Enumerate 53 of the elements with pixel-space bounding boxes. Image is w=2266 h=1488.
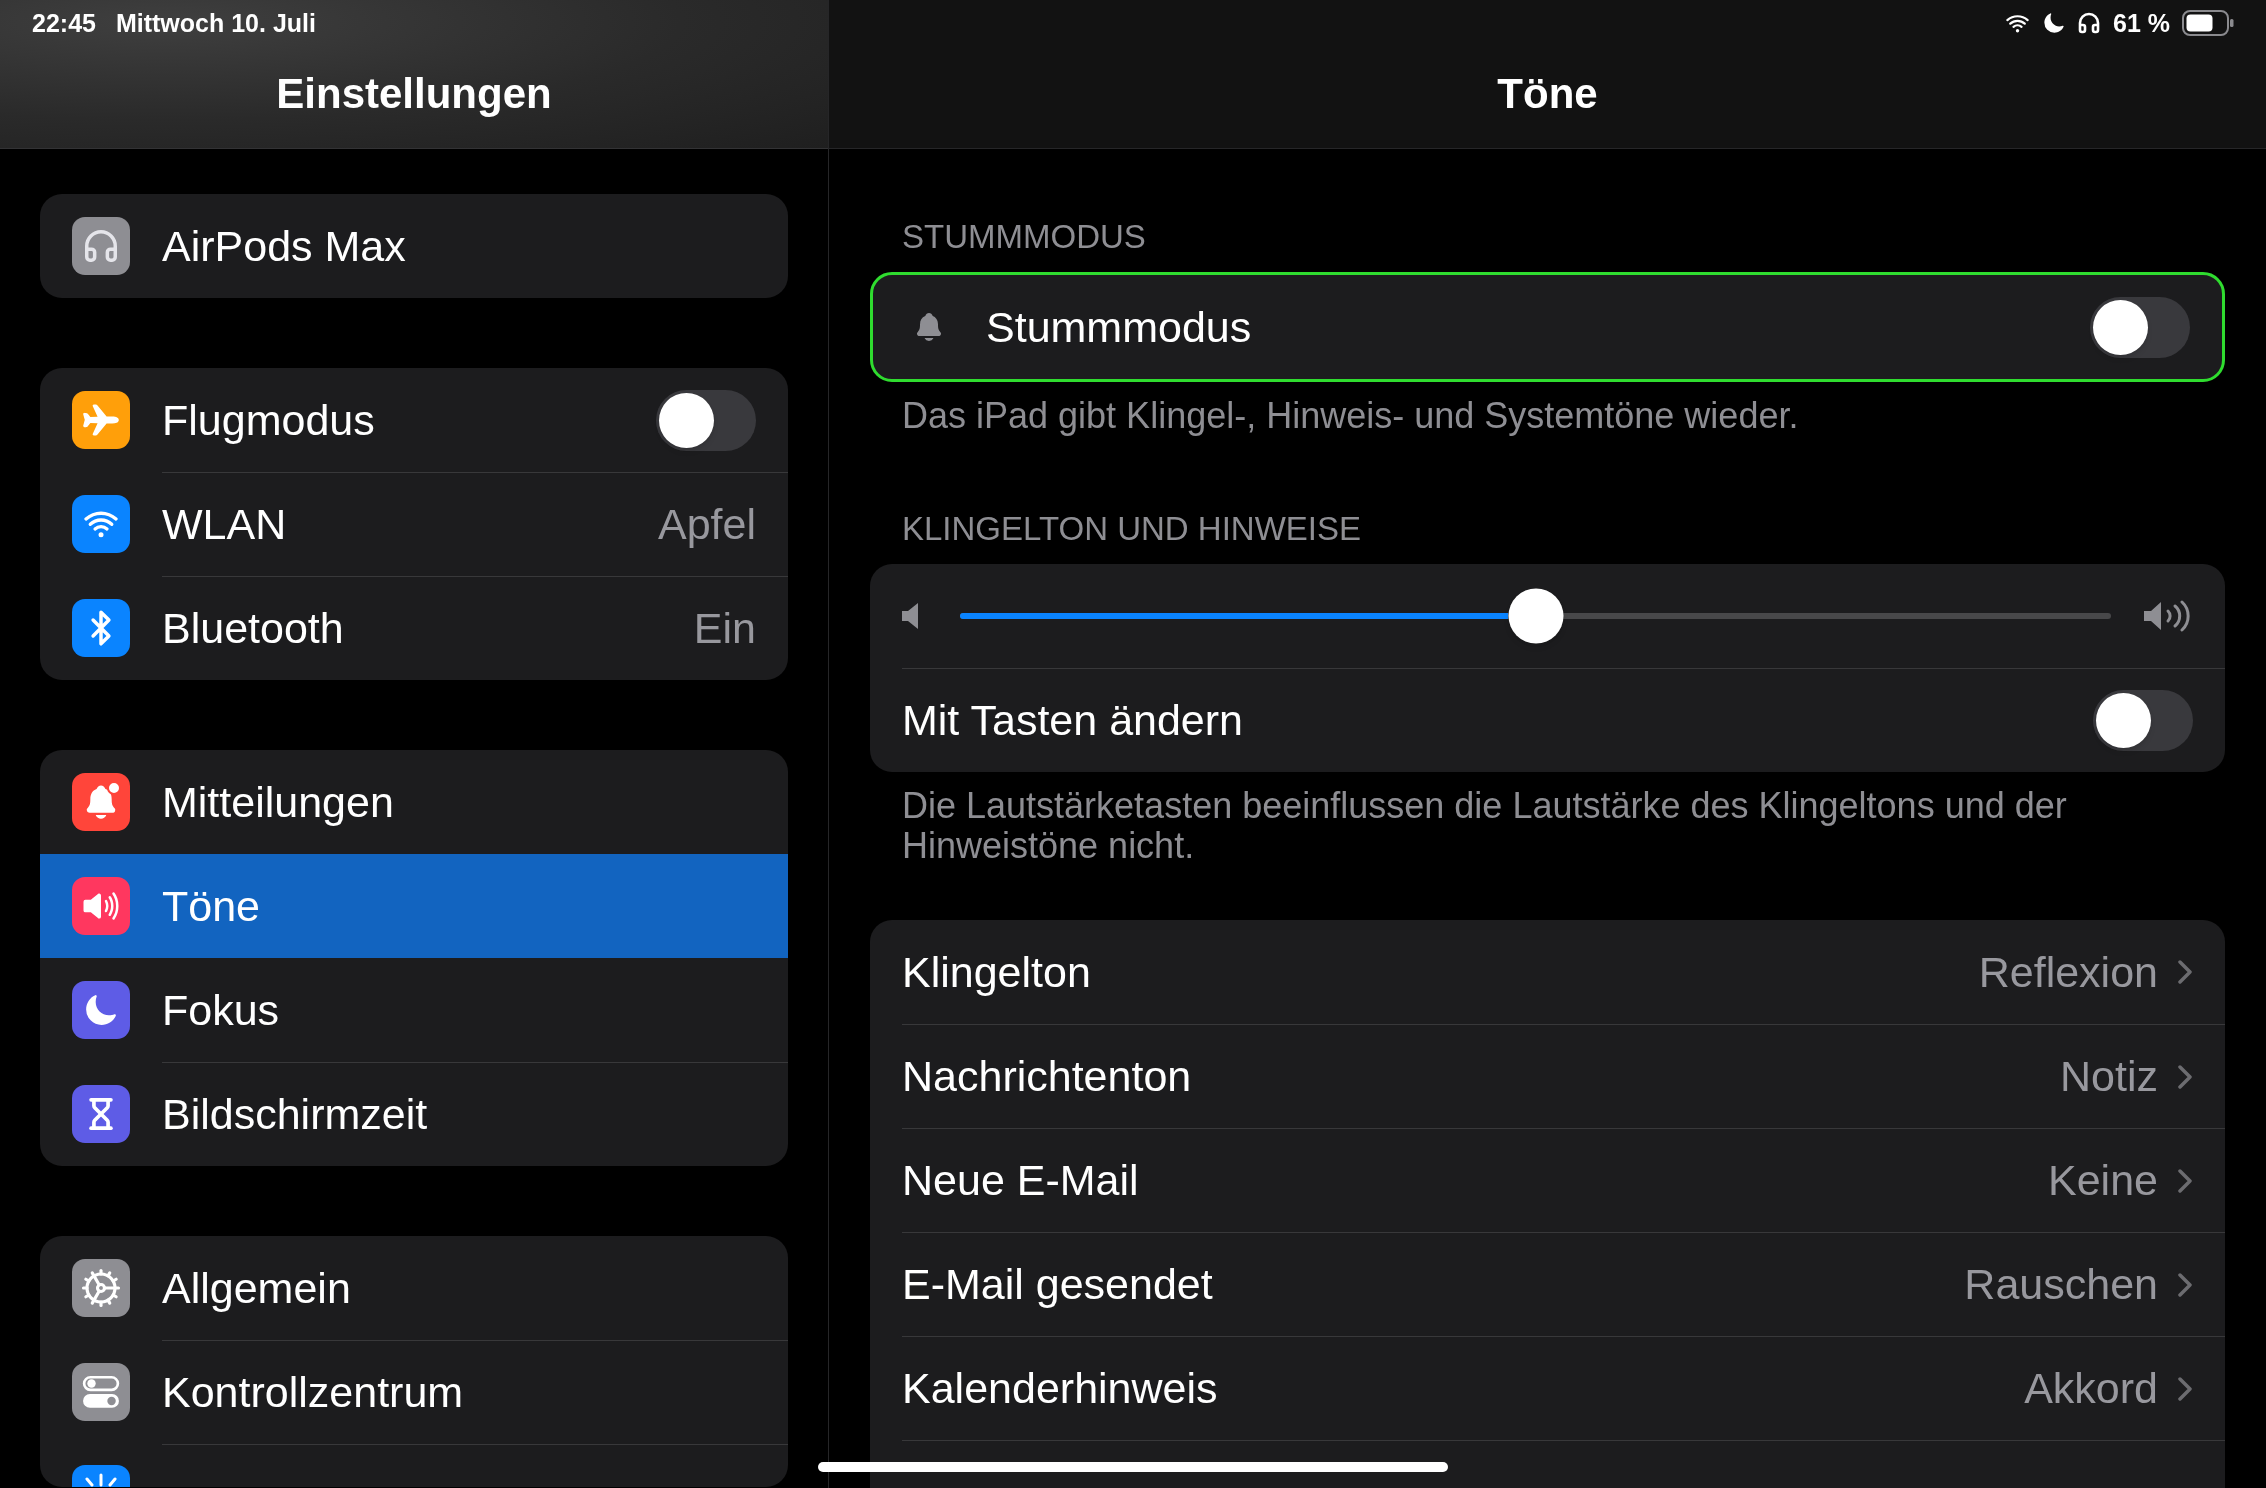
- row-value: Notiz: [2060, 1051, 2158, 1103]
- airplane-icon: [72, 391, 130, 449]
- chevron-right-icon: [2178, 960, 2192, 984]
- row-value: Rauschen: [1964, 1259, 2158, 1311]
- sidebar-item[interactable]: Töne: [40, 854, 788, 958]
- row-value: Keine: [2048, 1155, 2158, 1207]
- wifi-icon: [72, 495, 130, 553]
- chevron-right-icon: [2178, 1168, 2192, 1193]
- moon-icon: [72, 981, 130, 1039]
- headphones-icon: [72, 217, 130, 275]
- page-title: Töne: [1497, 69, 1598, 119]
- settings-row[interactable]: E-Mail gesendet Rauschen: [870, 1232, 2225, 1336]
- speaker-loud-icon: [2144, 600, 2193, 632]
- sidebar-item[interactable]: AirPods Max: [40, 194, 788, 298]
- gear-icon: [72, 1259, 130, 1317]
- item-value: Ein: [693, 603, 756, 655]
- sidebar-item[interactable]: Fokus: [40, 958, 788, 1062]
- row-value: Akkord: [2024, 1363, 2158, 1415]
- bluetooth-icon: [72, 599, 130, 657]
- sidebar-item[interactable]: Mitteilungen: [40, 750, 788, 854]
- item-value: Apfel: [658, 499, 756, 551]
- speaker-icon: [72, 877, 130, 935]
- sidebar-item[interactable]: Allgemein: [40, 1236, 788, 1340]
- sidebar-item[interactable]: WLAN Apfel: [40, 472, 788, 576]
- battery-percentage: 61 %: [2113, 8, 2170, 38]
- section-header: KLINGELTON UND HINWEISE: [901, 510, 1363, 548]
- chevron-right-icon: [2178, 1376, 2192, 1401]
- row-label: Stummmodus: [986, 301, 1253, 353]
- section-header: STUMMMODUS: [901, 218, 1147, 256]
- status-date: Mittwoch 10. Juli: [115, 8, 316, 38]
- settings-row[interactable]: Kalenderhinweis Akkord: [870, 1336, 2225, 1440]
- chevron-right-icon: [2178, 1272, 2192, 1297]
- row-label: Mit Tasten ändern: [902, 695, 1245, 747]
- status-time: 22:45: [32, 8, 96, 38]
- bell-badge-icon: [72, 773, 130, 831]
- sun-icon: [72, 1465, 130, 1487]
- sidebar-item[interactable]: Flugmodus: [40, 368, 788, 472]
- chevron-right-icon: [2178, 1064, 2192, 1089]
- settings-row[interactable]: Neue E-Mail Keine: [870, 1128, 2225, 1232]
- sidebar-item[interactable]: Bildschirmzeit: [40, 1062, 788, 1166]
- battery-icon: [2182, 10, 2234, 36]
- sidebar-item[interactable]: Bluetooth Ein: [40, 576, 788, 680]
- settings-row[interactable]: Klingelton Reflexion: [870, 920, 2225, 1024]
- hourglass-icon: [72, 1085, 130, 1143]
- row-value: Reflexion: [1978, 946, 2158, 998]
- section-footer: Das iPad gibt Klingel-, Hinweis- und Systemtöne wieder.: [870, 396, 2225, 436]
- section-footer: Die Lautstärketasten beeinflussen die Lautstärke des Klingeltons und der Hinweistöne nicht.: [870, 786, 2225, 866]
- switches-icon: [72, 1363, 130, 1421]
- settings-row[interactable]: Nachrichtenton Notiz: [870, 1024, 2225, 1128]
- sidebar-title: Einstellungen: [276, 69, 552, 119]
- headphones-icon: [2077, 11, 2101, 35]
- moon-icon: [2043, 12, 2065, 34]
- sidebar-item[interactable]: Kontrollzentrum: [40, 1340, 788, 1444]
